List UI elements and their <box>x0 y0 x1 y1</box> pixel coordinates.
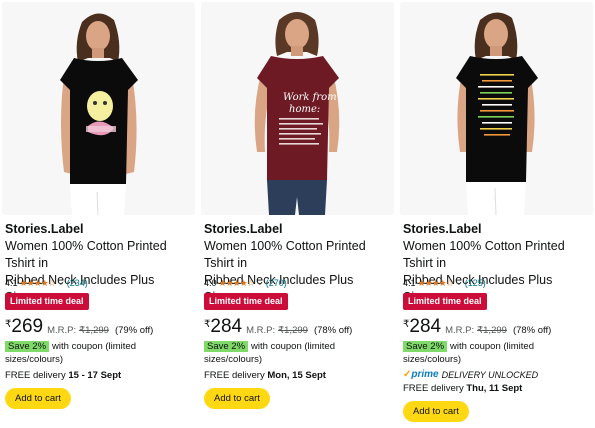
save-badge[interactable]: Save 2% <box>5 341 50 352</box>
rating-value: 4.1 <box>5 278 18 288</box>
discount-percent: (78% off) <box>512 325 552 336</box>
rating-value: 4.0 <box>204 278 217 288</box>
rating-row: 4.0 ★★★★☆ ⌄ (270) <box>204 276 287 290</box>
print-text: home: <box>289 104 320 115</box>
delivery-info: FREE delivery 15 - 17 Sept <box>5 370 121 381</box>
star-rating-4-icon[interactable]: ★★★★☆ <box>219 278 255 289</box>
save-badge[interactable]: Save 2% <box>204 341 249 352</box>
product-title-line: Women 100% Cotton Printed Tshirt in <box>5 239 167 270</box>
deal-badge: Limited time deal <box>403 293 487 310</box>
rating-value: 4.1 <box>403 278 416 288</box>
coupon-info: Save 2% with coupon (limited sizes/colour… <box>5 340 185 366</box>
price: 284 <box>210 316 243 337</box>
discount-percent: (78% off) <box>313 325 353 336</box>
price-row: ₹ 269 M.R.P: ₹1,299 (79% off) <box>5 316 153 338</box>
prime-logo-text: prime <box>411 369 439 380</box>
product-brand: Stories.Label <box>403 222 482 236</box>
delivery-info: FREE delivery Thu, 11 Sept <box>403 383 522 394</box>
coupon-info: Save 2% with coupon (limited sizes/colour… <box>403 340 583 366</box>
product-title-line: Women 100% Cotton Printed Tshirt in <box>204 239 366 270</box>
price: 284 <box>409 316 442 337</box>
delivery-prefix: FREE delivery <box>403 383 467 394</box>
deal-badge: Limited time deal <box>204 293 288 310</box>
save-badge[interactable]: Save 2% <box>403 341 448 352</box>
delivery-prefix: FREE delivery <box>5 370 69 381</box>
chevron-down-icon[interactable]: ⌄ <box>456 279 462 287</box>
star-rating-4-icon[interactable]: ★★★★☆ <box>418 278 454 289</box>
price: 269 <box>11 316 44 337</box>
prime-delivery-text: DELIVERY UNLOCKED <box>441 369 539 380</box>
mrp-label: M.R.P: <box>246 325 276 336</box>
product-brand: Stories.Label <box>204 222 283 236</box>
delivery-info: FREE delivery Mon, 15 Sept <box>204 370 326 381</box>
review-count-link[interactable]: (270) <box>266 278 287 288</box>
chevron-down-icon[interactable]: ⌄ <box>58 279 64 287</box>
review-count-link[interactable]: (125) <box>465 278 486 288</box>
product-image[interactable]: Work from home: <box>201 2 394 215</box>
mrp-label: M.R.P: <box>47 325 77 336</box>
print-text: Work from <box>283 92 337 103</box>
product-photo-woman-black-printed-tshirt <box>400 2 593 215</box>
product-image[interactable] <box>2 2 195 215</box>
delivery-date: Thu, 11 Sept <box>466 383 523 394</box>
product-photo-woman-black-tshirt <box>2 2 195 215</box>
product-card: Stories.Label Women 100% Cotton Printed … <box>400 0 595 428</box>
rating-row: 4.1 ★★★★☆ ⌄ (125) <box>403 276 486 290</box>
add-to-cart-button[interactable]: Add to cart <box>204 388 270 409</box>
deal-badge: Limited time deal <box>5 293 89 310</box>
product-card: Stories.Label Women 100% Cotton Printed … <box>2 0 197 428</box>
rating-row: 4.1 ★★★★☆ ⌄ (234) <box>5 276 88 290</box>
price-row: ₹ 284 M.R.P: ₹1,299 (78% off) <box>204 316 352 338</box>
coupon-info: Save 2% with coupon (limited sizes/colour… <box>204 340 384 366</box>
add-to-cart-button[interactable]: Add to cart <box>5 388 71 409</box>
price-row: ₹ 284 M.R.P: ₹1,299 (78% off) <box>403 316 551 338</box>
discount-percent: (79% off) <box>114 325 154 336</box>
mrp-label: M.R.P: <box>445 325 475 336</box>
prime-logo-icon: ✓prime <box>403 369 439 380</box>
star-rating-4-icon[interactable]: ★★★★☆ <box>20 278 56 289</box>
prime-row: ✓prime DELIVERY UNLOCKED <box>403 369 538 380</box>
product-brand: Stories.Label <box>5 222 84 236</box>
product-card: Work from home: Stories.Label Women 100%… <box>201 0 396 428</box>
product-image[interactable] <box>400 2 593 215</box>
product-title-line: Women 100% Cotton Printed Tshirt in <box>403 239 565 270</box>
review-count-link[interactable]: (234) <box>67 278 88 288</box>
delivery-date: 15 - 17 Sept <box>68 370 122 381</box>
add-to-cart-button[interactable]: Add to cart <box>403 401 469 422</box>
delivery-date: Mon, 15 Sept <box>267 370 326 381</box>
mrp-value: ₹1,299 <box>477 325 507 336</box>
delivery-prefix: FREE delivery <box>204 370 268 381</box>
product-photo-woman-maroon-tshirt: Work from home: <box>201 2 394 215</box>
chevron-down-icon[interactable]: ⌄ <box>257 279 263 287</box>
mrp-value: ₹1,299 <box>278 325 308 336</box>
mrp-value: ₹1,299 <box>79 325 109 336</box>
